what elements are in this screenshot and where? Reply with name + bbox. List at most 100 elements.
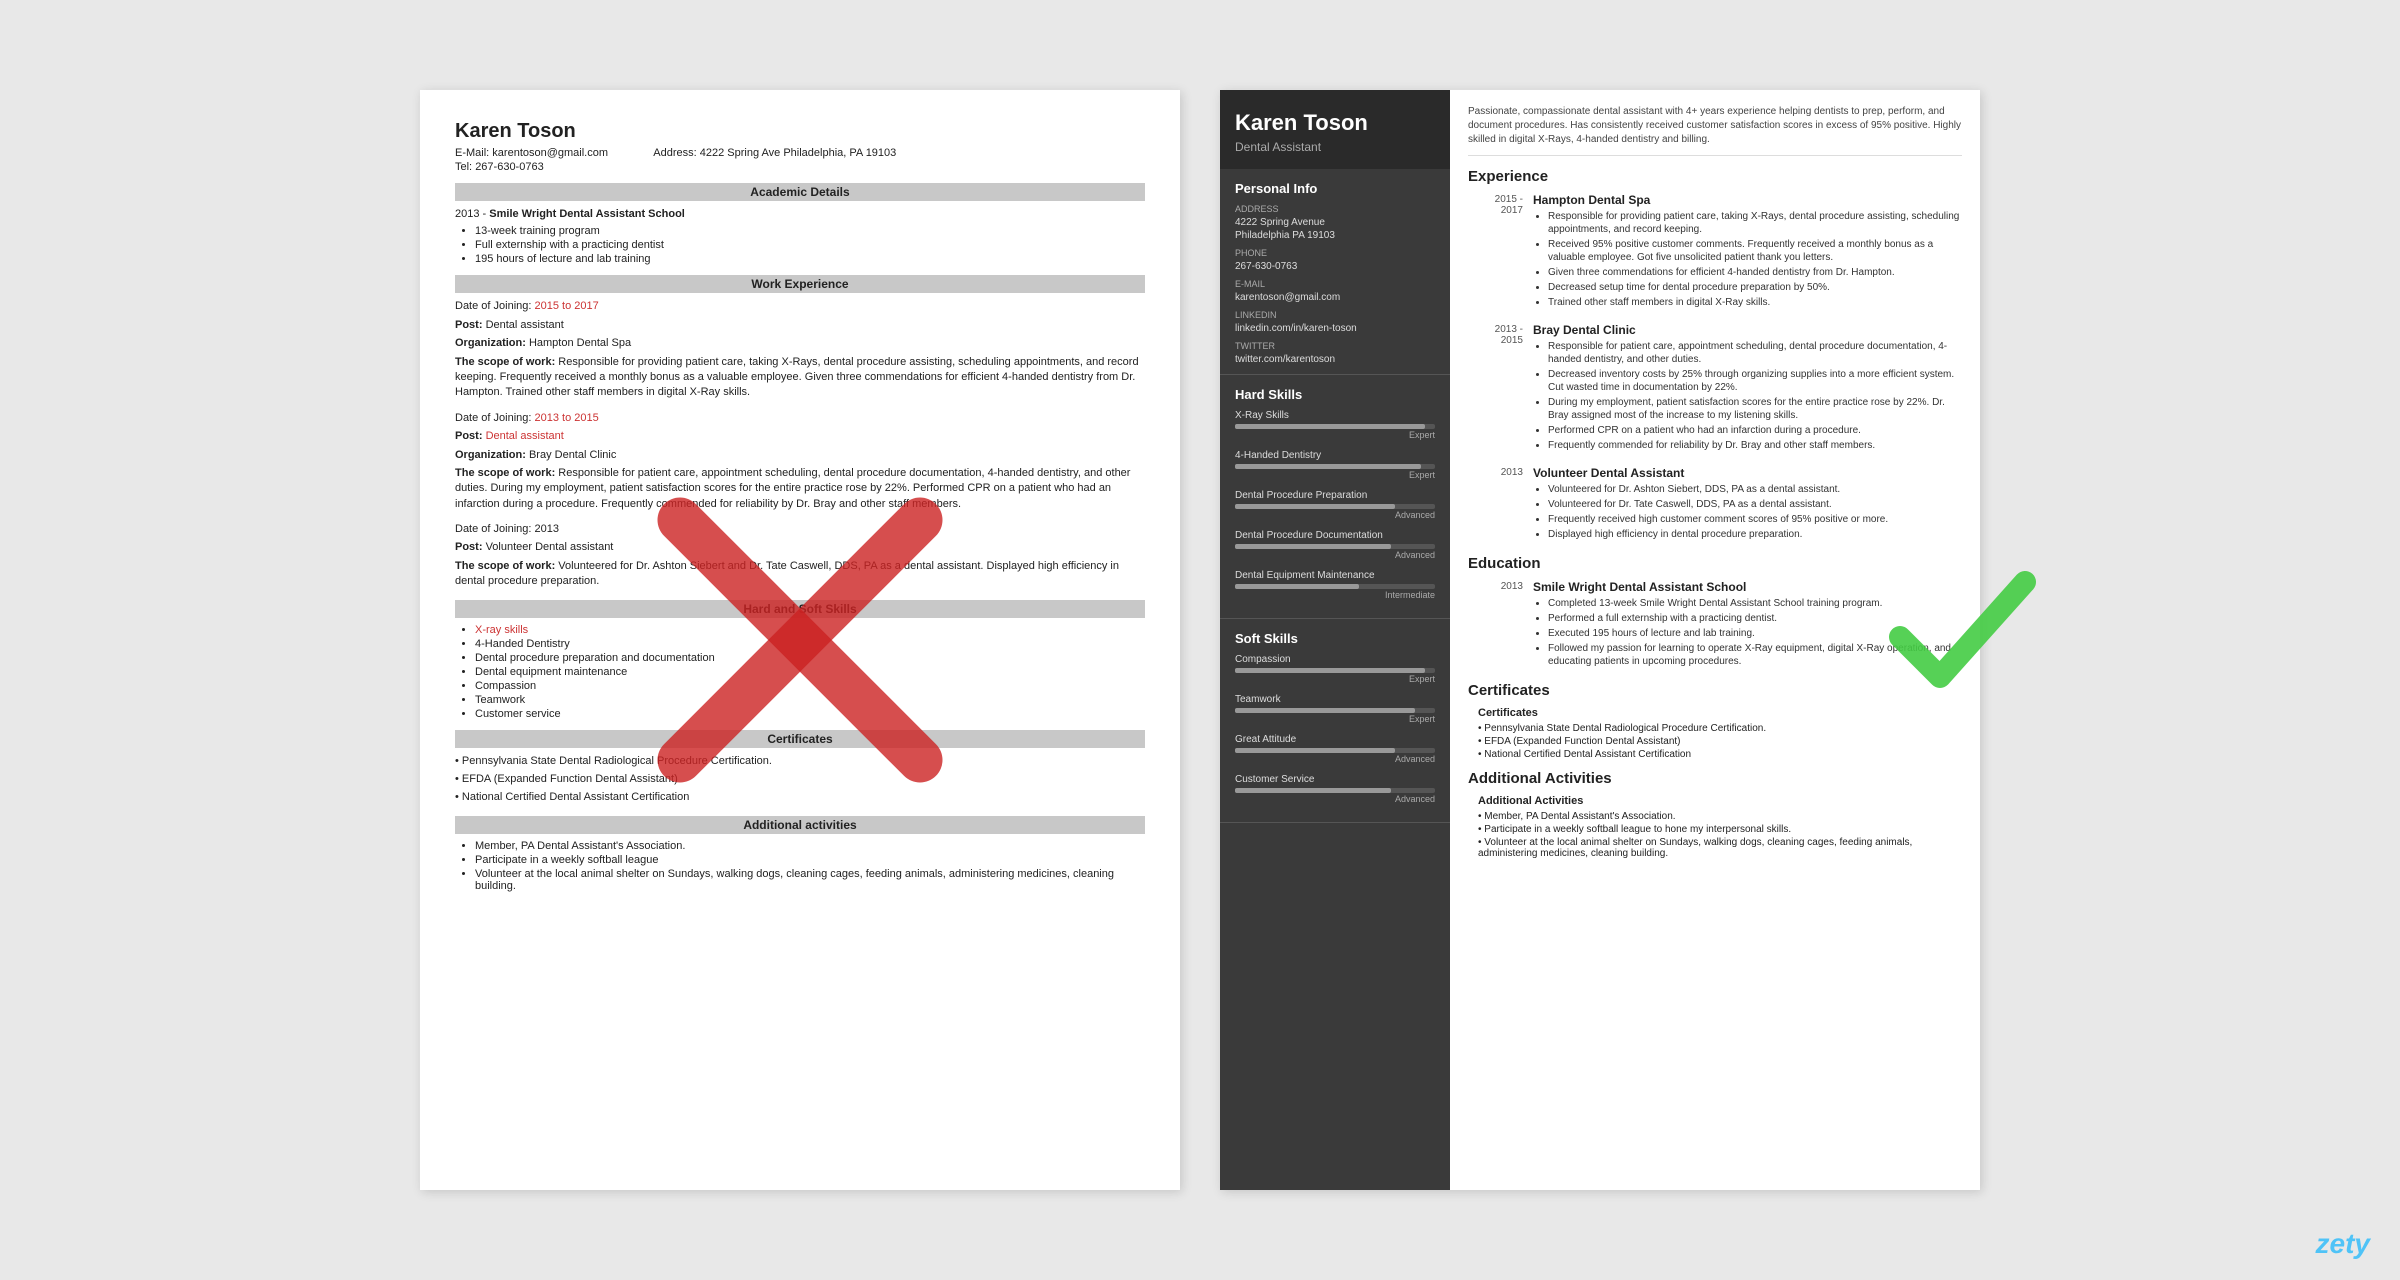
activities-block: Additional Activities • Member, PA Denta…: [1468, 795, 1962, 859]
work-dates-3: Date of Joining: 2013: [455, 522, 1145, 537]
exp-entry-1: 2015 -2017 Hampton Dental Spa Responsibl…: [1468, 193, 1962, 311]
work-org-1: Organization: Hampton Dental Spa: [455, 336, 1145, 351]
personal-info-title: Personal Info: [1235, 181, 1435, 196]
linkedin-label: LinkedIn: [1235, 310, 1435, 320]
address-value: 4222 Spring Ave Philadelphia, PA 19103: [700, 147, 897, 159]
list-item: Volunteered for Dr. Tate Caswell, DDS, P…: [1548, 498, 1962, 511]
linkedin-value: linkedin.com/in/karen-toson: [1235, 322, 1435, 335]
phone-label: Phone: [1235, 248, 1435, 258]
list-item: Responsible for patient care, appointmen…: [1548, 340, 1962, 366]
zety-logo: zety: [2316, 1228, 2370, 1260]
activity-right-3: • Volunteer at the local animal shelter …: [1478, 837, 1962, 859]
list-item: Dental procedure preparation and documen…: [475, 652, 1145, 664]
experience-title: Experience: [1468, 168, 1962, 185]
skill-procedure-doc: Dental Procedure Documentation Advanced: [1235, 530, 1435, 560]
list-item: Volunteered for Dr. Ashton Siebert, DDS,…: [1548, 483, 1962, 496]
skill-customer-service: Customer Service Advanced: [1235, 774, 1435, 804]
list-item: Compassion: [475, 680, 1145, 692]
work-dates-2: Date of Joining: 2013 to 2015: [455, 411, 1145, 426]
list-item: Given three commendations for efficient …: [1548, 266, 1962, 279]
work-title: Work Experience: [455, 275, 1145, 293]
cert-right-1: • Pennsylvania State Dental Radiological…: [1478, 723, 1962, 734]
academic-title: Academic Details: [455, 183, 1145, 201]
email-value: karentoson@gmail.com: [492, 147, 608, 159]
skill-xray: X-Ray Skills Expert: [1235, 410, 1435, 440]
page-container: Karen Toson E-Mail: karentoson@gmail.com…: [0, 0, 2400, 1280]
skill-procedure-prep: Dental Procedure Preparation Advanced: [1235, 490, 1435, 520]
address-label: Address: [1235, 204, 1435, 214]
skill-4handed: 4-Handed Dentistry Expert: [1235, 450, 1435, 480]
work-entry-2: Date of Joining: 2013 to 2015 Post: Dent…: [455, 411, 1145, 512]
sidebar: Karen Toson Dental Assistant Personal In…: [1220, 90, 1450, 1190]
skills-title: Hard and Soft Skills: [455, 600, 1145, 618]
work-post-3: Post: Volunteer Dental assistant: [455, 540, 1145, 555]
cert-right-2: • EFDA (Expanded Function Dental Assista…: [1478, 736, 1962, 747]
work-scope-1: The scope of work: Responsible for provi…: [455, 355, 1145, 401]
certs-block: Certificates • Pennsylvania State Dental…: [1468, 707, 1962, 760]
activities-list: Member, PA Dental Assistant's Associatio…: [455, 840, 1145, 892]
list-item: Displayed high efficiency in dental proc…: [1548, 528, 1962, 541]
work-scope-2: The scope of work: Responsible for patie…: [455, 466, 1145, 512]
list-item: Frequently commended for reliability by …: [1548, 439, 1962, 452]
left-name: Karen Toson: [455, 120, 1145, 143]
work-entry-1: Date of Joining: 2015 to 2017 Post: Dent…: [455, 299, 1145, 400]
right-title: Dental Assistant: [1235, 140, 1435, 154]
green-check-icon: [1880, 552, 2040, 712]
tel-value: 267-630-0763: [475, 161, 544, 173]
cert-right-3: • National Certified Dental Assistant Ce…: [1478, 749, 1962, 760]
activities-sub: Additional Activities: [1478, 795, 1962, 807]
address-value: 4222 Spring AvenuePhiladelphia PA 19103: [1235, 216, 1435, 242]
list-item: Decreased inventory costs by 25% through…: [1548, 368, 1962, 394]
list-item: Volunteer at the local animal shelter on…: [475, 868, 1145, 892]
list-item: During my employment, patient satisfacti…: [1548, 396, 1962, 422]
activity-right-2: • Participate in a weekly softball leagu…: [1478, 824, 1962, 835]
list-item: Teamwork: [475, 694, 1145, 706]
left-tel: Tel: 267-630-0763: [455, 161, 1145, 173]
email-label: E-mail: [1235, 279, 1435, 289]
work-org-2: Organization: Bray Dental Clinic: [455, 448, 1145, 463]
intro-text: Passionate, compassionate dental assista…: [1468, 105, 1962, 156]
activity-right-1: • Member, PA Dental Assistant's Associat…: [1478, 811, 1962, 822]
list-item: Trained other staff members in digital X…: [1548, 296, 1962, 309]
phone-value: 267-630-0763: [1235, 260, 1435, 273]
email-value: karentoson@gmail.com: [1235, 291, 1435, 304]
personal-info-section: Personal Info Address 4222 Spring Avenue…: [1220, 169, 1450, 375]
skill-teamwork: Teamwork Expert: [1235, 694, 1435, 724]
sidebar-header: Karen Toson Dental Assistant: [1220, 90, 1450, 169]
list-item: Responsible for providing patient care, …: [1548, 210, 1962, 236]
list-item: Participate in a weekly softball league: [475, 854, 1145, 866]
skills-list: X-ray skills 4-Handed Dentistry Dental p…: [455, 624, 1145, 720]
exp-entry-3: 2013 Volunteer Dental Assistant Voluntee…: [1468, 466, 1962, 543]
skill-attitude: Great Attitude Advanced: [1235, 734, 1435, 764]
dates-label-1: Date of Joining:: [455, 300, 535, 312]
list-item: Full externship with a practicing dentis…: [475, 239, 1145, 251]
cert-3: • National Certified Dental Assistant Ce…: [455, 790, 1145, 805]
list-item: 195 hours of lecture and lab training: [475, 253, 1145, 265]
list-item: Customer service: [475, 708, 1145, 720]
activities-title-right: Additional Activities: [1468, 770, 1962, 787]
list-item: Member, PA Dental Assistant's Associatio…: [475, 840, 1145, 852]
skill-compassion: Compassion Expert: [1235, 654, 1435, 684]
left-email: E-Mail: karentoson@gmail.com Address: 42…: [455, 147, 1145, 159]
skill-equipment: Dental Equipment Maintenance Intermediat…: [1235, 570, 1435, 600]
work-post-1: Post: Dental assistant: [455, 318, 1145, 333]
soft-skills-section: Soft Skills Compassion Expert Teamwork E…: [1220, 619, 1450, 823]
cert-1: • Pennsylvania State Dental Radiological…: [455, 754, 1145, 769]
twitter-label: Twitter: [1235, 341, 1435, 351]
work-post-2: Post: Dental assistant: [455, 429, 1145, 444]
list-item: Received 95% positive customer comments.…: [1548, 238, 1962, 264]
resume-right: Karen Toson Dental Assistant Personal In…: [1220, 90, 1980, 1190]
list-item: X-ray skills: [475, 624, 1145, 636]
list-item: Dental equipment maintenance: [475, 666, 1145, 678]
academic-list: 13-week training program Full externship…: [455, 225, 1145, 265]
address-label: Address:: [653, 147, 696, 159]
work-dates-1: Date of Joining: 2015 to 2017: [455, 299, 1145, 314]
twitter-value: twitter.com/karentoson: [1235, 353, 1435, 366]
list-item: Decreased setup time for dental procedur…: [1548, 281, 1962, 294]
academic-year: 2013 - Smile Wright Dental Assistant Sch…: [455, 207, 1145, 222]
cert-2: • EFDA (Expanded Function Dental Assista…: [455, 772, 1145, 787]
work-scope-3: The scope of work: Volunteered for Dr. A…: [455, 559, 1145, 590]
list-item: Performed CPR on a patient who had an in…: [1548, 424, 1962, 437]
resume-left: Karen Toson E-Mail: karentoson@gmail.com…: [420, 90, 1180, 1190]
soft-skills-title: Soft Skills: [1235, 631, 1435, 646]
